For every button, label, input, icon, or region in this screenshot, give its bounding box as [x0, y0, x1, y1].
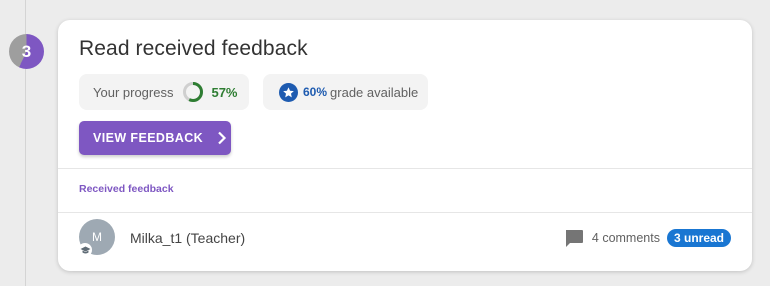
grade-percent: 60% [303, 85, 328, 99]
graduation-cap-icon [78, 243, 92, 257]
view-feedback-button[interactable]: VIEW FEEDBACK [79, 121, 231, 155]
teacher-name: Milka_t1 (Teacher) [130, 230, 246, 246]
star-icon [279, 82, 298, 102]
progress-label: Your progress [93, 84, 174, 100]
card-title: Read received feedback [79, 37, 308, 60]
divider [58, 212, 752, 213]
comments-summary[interactable]: 4 comments 3 unread [564, 227, 731, 249]
divider [58, 168, 752, 169]
progress-value: 57% [211, 84, 238, 100]
progress-chip: Your progress 57% [79, 74, 249, 110]
avatar-initial: M [92, 230, 102, 244]
feedback-step-card: Read received feedback Your progress 57%… [58, 20, 752, 271]
step-number: 3 [21, 41, 32, 61]
progress-ring-icon [183, 82, 204, 102]
comments-count: 4 comments [591, 231, 660, 245]
step-number-badge: 3 [9, 34, 44, 69]
grade-label: grade available [330, 84, 419, 100]
received-feedback-heading: Received feedback [79, 183, 174, 195]
view-feedback-label: VIEW FEEDBACK [93, 131, 204, 145]
unread-badge: 3 unread [666, 229, 731, 247]
comment-icon [565, 229, 583, 247]
grade-chip: 60% grade available [263, 74, 428, 110]
chevron-right-icon [218, 131, 227, 145]
